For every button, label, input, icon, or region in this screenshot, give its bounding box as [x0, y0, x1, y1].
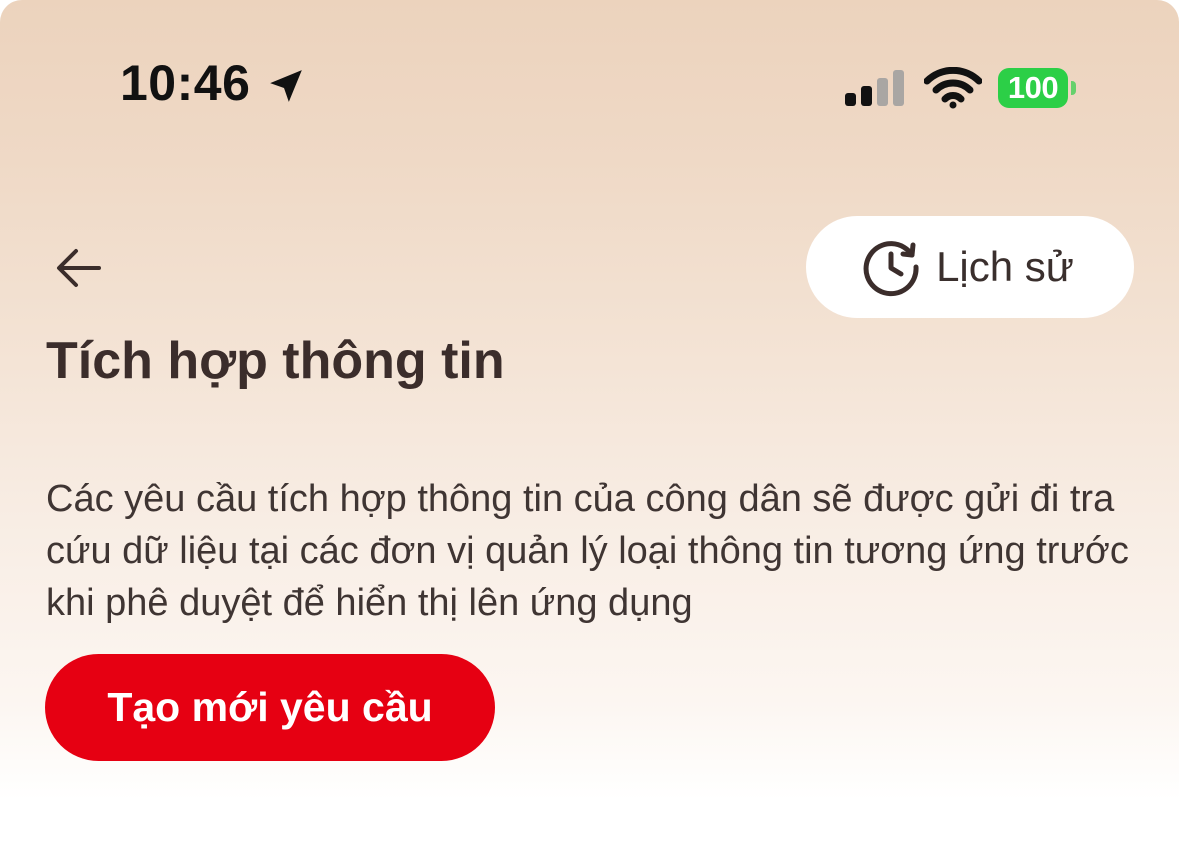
arrow-left-icon	[57, 249, 101, 287]
battery-level: 100	[998, 68, 1068, 108]
app-screen: 10:46 100 Lịch sử Tích hợp thông tin Các	[0, 0, 1179, 853]
battery-indicator: 100	[998, 68, 1076, 108]
wifi-icon	[924, 67, 982, 109]
create-request-button[interactable]: Tạo mới yêu cầu	[45, 654, 495, 761]
location-arrow-icon	[270, 70, 302, 102]
status-time: 10:46	[120, 55, 251, 111]
page-description: Các yêu cầu tích hợp thông tin của công …	[46, 478, 1129, 624]
cellular-signal-icon	[845, 70, 904, 106]
page-title: Tích hợp thông tin	[46, 332, 505, 390]
history-label: Lịch sử	[936, 243, 1074, 290]
back-button[interactable]	[50, 240, 106, 296]
history-button[interactable]: Lịch sử	[806, 216, 1134, 318]
battery-tip	[1071, 81, 1076, 95]
history-clock-icon	[863, 241, 919, 297]
